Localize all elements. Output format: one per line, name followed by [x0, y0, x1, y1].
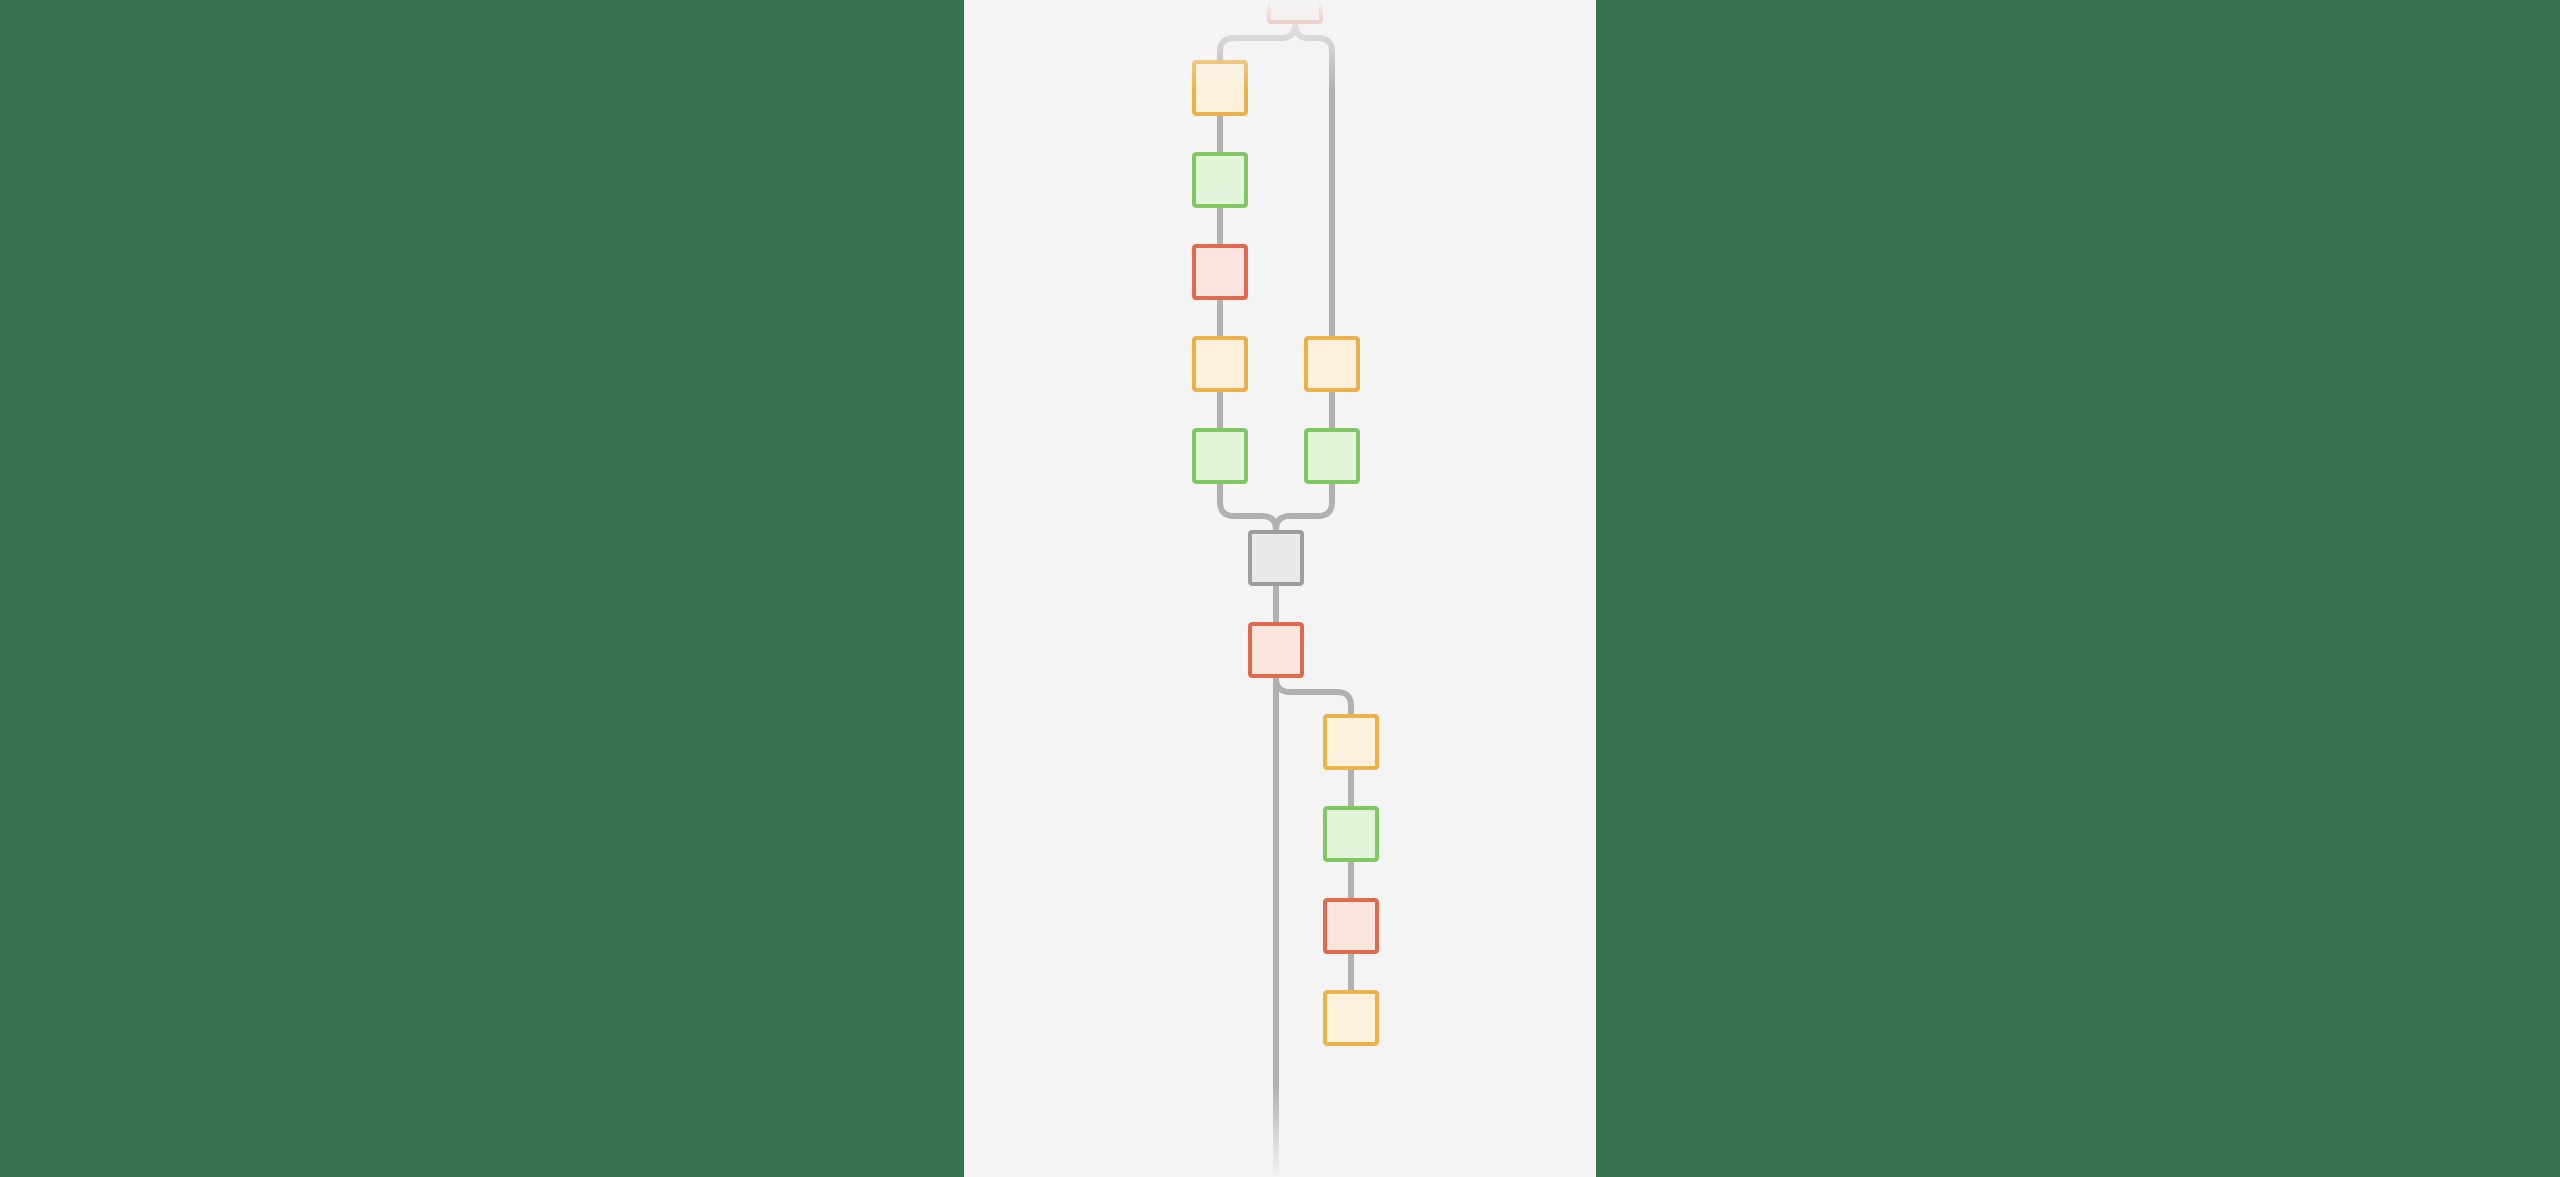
diagram-panel — [964, 0, 1596, 1177]
graph-node-n12[interactable] — [1323, 898, 1379, 954]
graph-node-n9[interactable] — [1248, 622, 1304, 678]
graph-node-n13[interactable] — [1323, 990, 1379, 1046]
graph-node-n1[interactable] — [1192, 60, 1248, 116]
edges-layer — [964, 0, 1596, 1177]
graph-node-n3[interactable] — [1192, 244, 1248, 300]
graph-node-n4[interactable] — [1192, 336, 1248, 392]
graph-node-n10[interactable] — [1323, 714, 1379, 770]
graph-node-n0[interactable] — [1267, 0, 1323, 24]
graph-node-n5[interactable] — [1192, 428, 1248, 484]
graph-node-n8[interactable] — [1248, 530, 1304, 586]
graph-node-n6[interactable] — [1304, 336, 1360, 392]
graph-node-n2[interactable] — [1192, 152, 1248, 208]
graph-node-n11[interactable] — [1323, 806, 1379, 862]
graph-node-n7[interactable] — [1304, 428, 1360, 484]
